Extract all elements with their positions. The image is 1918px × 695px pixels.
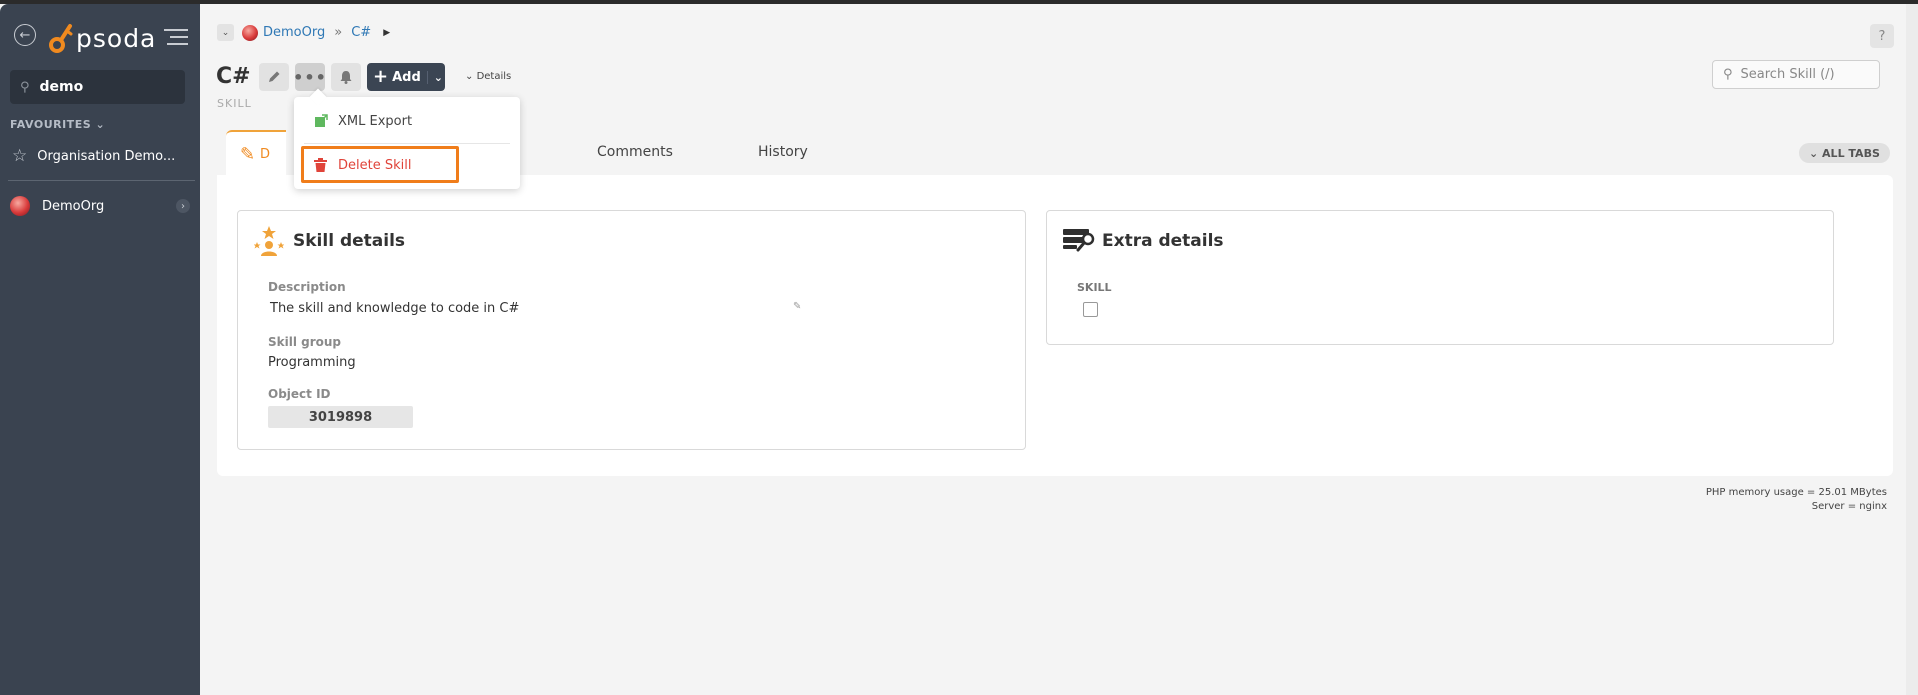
object-id-value: 3019898 bbox=[268, 406, 413, 428]
sidebar-divider bbox=[8, 180, 195, 181]
search-icon: ⚲ bbox=[20, 79, 30, 95]
page-title: C# bbox=[216, 64, 251, 89]
org-item-label: DemoOrg bbox=[42, 198, 105, 214]
breadcrumb: ⌄ DemoOrg » C# ▶ bbox=[217, 24, 390, 41]
plus-icon: + bbox=[373, 66, 389, 87]
breadcrumb-org-link[interactable]: DemoOrg bbox=[263, 25, 325, 40]
xml-export-icon bbox=[314, 114, 328, 132]
ellipsis-icon: ••• bbox=[293, 67, 327, 87]
memory-usage-text: PHP memory usage = 25.01 MBytes bbox=[1705, 487, 1887, 498]
org-avatar-small bbox=[242, 24, 258, 41]
chevron-right-icon[interactable]: › bbox=[176, 199, 190, 213]
skill-award-icon bbox=[253, 225, 285, 261]
search-skill-placeholder: Search Skill (/) bbox=[1740, 67, 1835, 82]
edit-pencil-icon[interactable]: ✎ bbox=[793, 301, 801, 312]
skill-group-label: Skill group bbox=[268, 335, 342, 349]
tab-details[interactable]: ✎ D bbox=[226, 130, 286, 176]
bell-icon bbox=[340, 71, 352, 84]
star-icon: ☆ bbox=[12, 146, 28, 166]
details-toggle[interactable]: ⌄ Details bbox=[465, 71, 511, 82]
tab-comments[interactable]: Comments bbox=[597, 144, 673, 160]
tab-details-label: D bbox=[260, 146, 271, 162]
sidebar-search-value[interactable]: demo bbox=[40, 79, 84, 95]
menu-item-xml-export[interactable]: XML Export bbox=[294, 105, 520, 137]
object-id-label: Object ID bbox=[268, 387, 331, 401]
search-icon: ⚲ bbox=[1723, 67, 1733, 82]
menu-divider bbox=[304, 143, 510, 144]
xml-export-label: XML Export bbox=[338, 113, 413, 129]
tools-icon bbox=[1063, 225, 1095, 257]
org-avatar bbox=[10, 196, 30, 216]
add-button[interactable]: + Add ⌄ bbox=[367, 63, 445, 91]
description-value[interactable]: The skill and knowledge to code in C# bbox=[270, 301, 519, 316]
caret-right-icon[interactable]: ▶ bbox=[383, 28, 390, 38]
skill-group-value[interactable]: Programming bbox=[268, 355, 356, 370]
search-skill-input[interactable]: ⚲ Search Skill (/) bbox=[1712, 60, 1880, 89]
all-tabs-button[interactable]: ⌄ ALL TABS bbox=[1799, 143, 1890, 163]
extra-details-title: Extra details bbox=[1102, 231, 1224, 251]
logo-text: psoda bbox=[76, 23, 157, 53]
breadcrumb-separator: » bbox=[334, 25, 343, 40]
breadcrumb-current-link[interactable]: C# bbox=[351, 25, 371, 40]
sidebar-item-demoorg[interactable]: DemoOrg › bbox=[10, 196, 190, 216]
server-text: Server = nginx bbox=[1811, 501, 1887, 512]
menu-toggle-icon[interactable] bbox=[164, 29, 188, 50]
favourite-item-label: Organisation Demo... bbox=[37, 148, 176, 164]
extra-details-card: Extra details SKILL bbox=[1046, 210, 1834, 345]
pencil-icon: ✎ bbox=[240, 144, 256, 165]
help-button[interactable]: ? bbox=[1870, 24, 1894, 48]
skill-details-card: Skill details Description The skill and … bbox=[237, 210, 1026, 450]
notifications-button[interactable] bbox=[331, 63, 361, 91]
tab-history[interactable]: History bbox=[758, 144, 808, 160]
favourites-heading[interactable]: FAVOURITES ⌄ bbox=[10, 118, 105, 131]
page-scrollbar[interactable] bbox=[1906, 4, 1918, 695]
description-label: Description bbox=[268, 280, 346, 294]
skill-checkbox-label: SKILL bbox=[1077, 281, 1112, 294]
chevron-down-icon[interactable]: ⌄ bbox=[426, 70, 443, 84]
pencil-icon bbox=[269, 71, 280, 82]
logo[interactable]: psoda bbox=[48, 18, 156, 58]
back-icon[interactable]: ← bbox=[14, 24, 36, 46]
delete-skill-highlight bbox=[301, 146, 459, 183]
page-subtitle: SKILL bbox=[217, 97, 252, 110]
logo-key-icon bbox=[49, 24, 73, 53]
edit-button[interactable] bbox=[259, 63, 289, 91]
sidebar-search[interactable]: ⚲ demo bbox=[10, 70, 185, 104]
add-button-label: Add bbox=[392, 69, 421, 85]
skill-details-title: Skill details bbox=[293, 231, 406, 251]
footer-info: PHP memory usage = 25.01 MBytes Server =… bbox=[1600, 486, 1887, 514]
favourite-item[interactable]: ☆ Organisation Demo... bbox=[12, 146, 175, 166]
sidebar: ← psoda ⚲ demo FAVOURITES ⌄ ☆ Organisati… bbox=[0, 4, 200, 695]
more-actions-button[interactable]: ••• bbox=[293, 63, 327, 91]
breadcrumb-dropdown-icon[interactable]: ⌄ bbox=[217, 24, 234, 41]
skill-checkbox[interactable] bbox=[1083, 302, 1098, 317]
